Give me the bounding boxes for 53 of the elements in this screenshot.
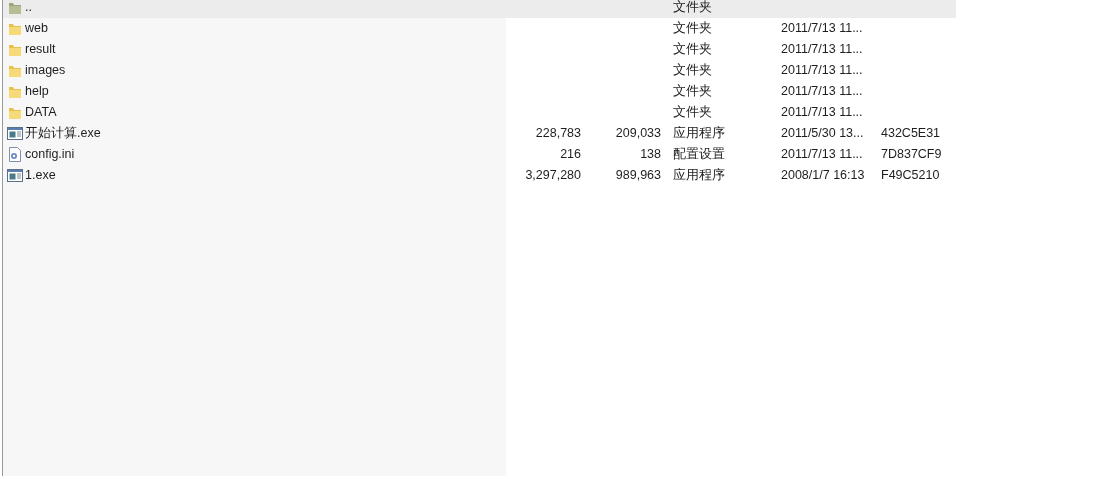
file-name: config.ini — [25, 146, 76, 164]
type-cell-text: 文件夹 — [672, 104, 713, 122]
folder-icon — [7, 21, 22, 36]
file-row[interactable]: DATA 文件夹 2011/7/13 11... — [3, 102, 956, 123]
type-cell-text: 应用程序 — [672, 167, 726, 185]
modified-cell-text: 2011/7/13 11... — [781, 20, 864, 38]
folder-icon — [7, 0, 22, 15]
type-cell-text: 文件夹 — [672, 41, 713, 59]
packed-cell-text: 989,963 — [614, 167, 661, 185]
type-cell-text: 文件夹 — [672, 20, 713, 38]
size-cell-text: 228,783 — [534, 125, 581, 143]
crc-cell-text: F49C5210 — [881, 167, 941, 185]
file-row[interactable]: 1.exe 3,297,280 989,963 应用程序 2008/1/7 16:13 F49C5210 — [3, 165, 956, 186]
file-name: web — [25, 20, 49, 38]
file-name: result — [25, 41, 57, 59]
file-name: help — [25, 83, 50, 101]
modified-cell-text: 2011/5/30 13... — [781, 125, 865, 143]
file-row[interactable]: web 文件夹 2011/7/13 11... — [3, 18, 956, 39]
file-row[interactable]: help 文件夹 2011/7/13 11... — [3, 81, 956, 102]
file-name: .. — [25, 0, 33, 17]
modified-cell-text: 2011/7/13 11... — [781, 41, 864, 59]
modified-cell-text: 2011/7/13 11... — [781, 62, 864, 80]
settings-file-icon — [7, 147, 22, 162]
type-cell-text: 应用程序 — [672, 125, 726, 143]
type-cell-text: 文件夹 — [672, 0, 713, 17]
type-cell-text: 文件夹 — [672, 83, 713, 101]
file-name: images — [25, 62, 67, 80]
file-name: 开始计算.exe — [25, 125, 102, 143]
application-icon — [6, 169, 23, 182]
application-icon — [6, 127, 23, 140]
modified-cell-text: 2011/7/13 11... — [781, 146, 864, 164]
file-row[interactable]: config.ini 216 138 配置设置 2011/7/13 11... 7D837CF9 — [3, 144, 956, 165]
folder-icon — [7, 63, 22, 78]
folder-icon — [7, 42, 22, 57]
packed-cell-text: 209,033 — [614, 125, 661, 143]
file-name: 1.exe — [25, 167, 57, 185]
file-name: DATA — [25, 104, 58, 122]
crc-cell-text: 7D837CF9 — [881, 146, 943, 164]
folder-icon — [7, 84, 22, 99]
packed-cell-text: 138 — [639, 146, 661, 164]
type-cell-text: 文件夹 — [672, 62, 713, 80]
crc-cell-text: 432C5E31 — [881, 125, 942, 143]
size-cell-text: 216 — [559, 146, 581, 164]
file-row[interactable]: 开始计算.exe 228,783 209,033 应用程序 2011/5/30 13... 432C5E31 — [3, 123, 956, 144]
type-cell-text: 配置设置 — [672, 146, 726, 164]
size-cell-text: 3,297,280 — [524, 167, 581, 185]
modified-cell-text: 2008/1/7 16:13 — [781, 167, 866, 185]
folder-icon — [7, 105, 22, 120]
file-row[interactable]: .. 文件夹 — [3, 0, 956, 18]
file-row[interactable]: images 文件夹 2011/7/13 11... — [3, 60, 956, 81]
modified-cell-text: 2011/7/13 11... — [781, 104, 864, 122]
file-row[interactable]: result 文件夹 2011/7/13 11... — [3, 39, 956, 60]
modified-cell-text: 2011/7/13 11... — [781, 83, 864, 101]
